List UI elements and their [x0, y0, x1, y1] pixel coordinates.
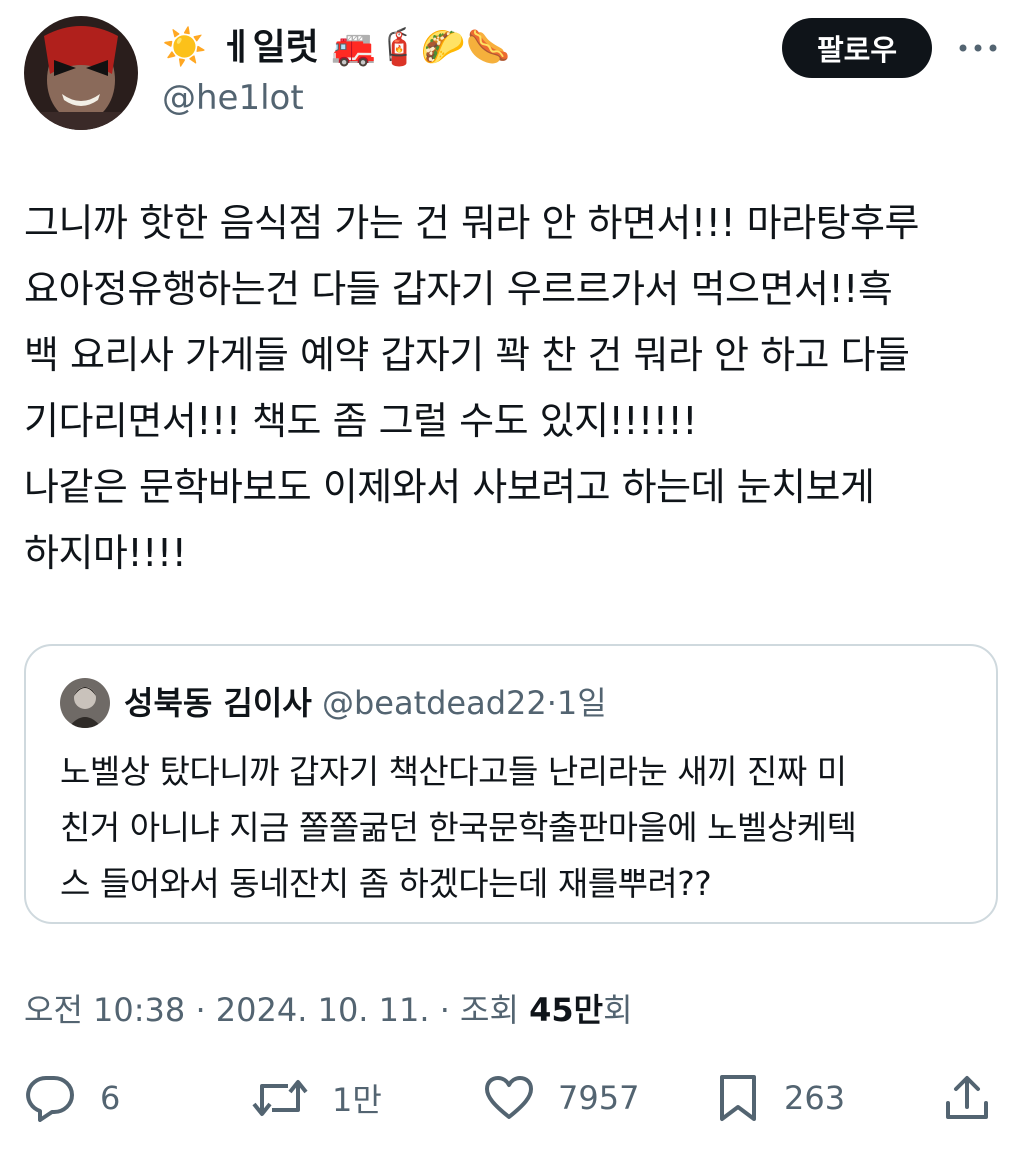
tweet-page: ☀️ ㅔ일럿 🚒🧯🌮🌭 @he1lot 팔로우 그니까 핫한 음식점 가는 건 …	[0, 0, 1024, 1157]
tweet-meta: 오전 10:38 · 2024. 10. 11. · 조회 45만회	[24, 988, 633, 1032]
share-icon	[946, 1076, 988, 1119]
views-suffix: 회	[603, 991, 633, 1029]
bookmark-button[interactable]: 263	[716, 1070, 845, 1126]
quoted-time[interactable]: 1일	[557, 684, 607, 722]
quoted-avatar-icon	[60, 678, 110, 728]
follow-button[interactable]: 팔로우	[782, 18, 932, 78]
quoted-author-name[interactable]: 성북동 김이사	[124, 684, 312, 722]
quoted-tweet-text: 노벨상 탔다니까 갑자기 책산다고들 난리라눈 새끼 진짜 미 친거 아니냐 지…	[60, 752, 857, 903]
quoted-separator: ·	[546, 684, 557, 722]
tweet-time[interactable]: 오전 10:38	[24, 991, 185, 1029]
bookmark-icon	[720, 1075, 756, 1121]
more-dots-icon	[959, 44, 997, 52]
author-avatar[interactable]	[24, 16, 138, 130]
meta-separator: ·	[195, 991, 206, 1029]
tweet-date[interactable]: 2024. 10. 11.	[216, 991, 430, 1029]
like-button[interactable]: 7957	[484, 1070, 639, 1126]
author-handle[interactable]: @he1lot	[162, 76, 304, 120]
quoted-author-handle[interactable]: @beatdead22	[322, 684, 547, 722]
share-button[interactable]	[942, 1070, 992, 1126]
meta-separator: ·	[439, 991, 450, 1029]
quoted-author-avatar[interactable]	[60, 678, 110, 728]
quoted-tweet-header: 성북동 김이사 @beatdead22·1일	[124, 680, 607, 726]
reply-button[interactable]: 6	[24, 1070, 120, 1126]
like-count: 7957	[558, 1079, 640, 1117]
retweet-button[interactable]: 1만	[252, 1070, 382, 1126]
heart-icon	[485, 1076, 533, 1119]
reply-count: 6	[100, 1079, 121, 1117]
retweet-icon	[252, 1080, 308, 1116]
quoted-tweet-card[interactable]: 성북동 김이사 @beatdead22·1일 노벨상 탔다니까 갑자기 책산다고…	[24, 644, 998, 924]
views-label: 조회	[460, 991, 519, 1029]
tweet-text: 그니까 핫한 음식점 가는 건 뭐라 안 하면서!!! 마라탕후루 요아정유행하…	[24, 201, 919, 575]
reply-icon	[26, 1076, 74, 1122]
avatar-icon	[24, 16, 138, 130]
views-count: 45만	[529, 991, 604, 1029]
author-display-name[interactable]: ☀️ ㅔ일럿 🚒🧯🌮🌭	[162, 24, 511, 72]
bookmark-count: 263	[784, 1079, 846, 1117]
more-options-button[interactable]	[956, 30, 1000, 66]
retweet-count: 1만	[332, 1081, 382, 1119]
